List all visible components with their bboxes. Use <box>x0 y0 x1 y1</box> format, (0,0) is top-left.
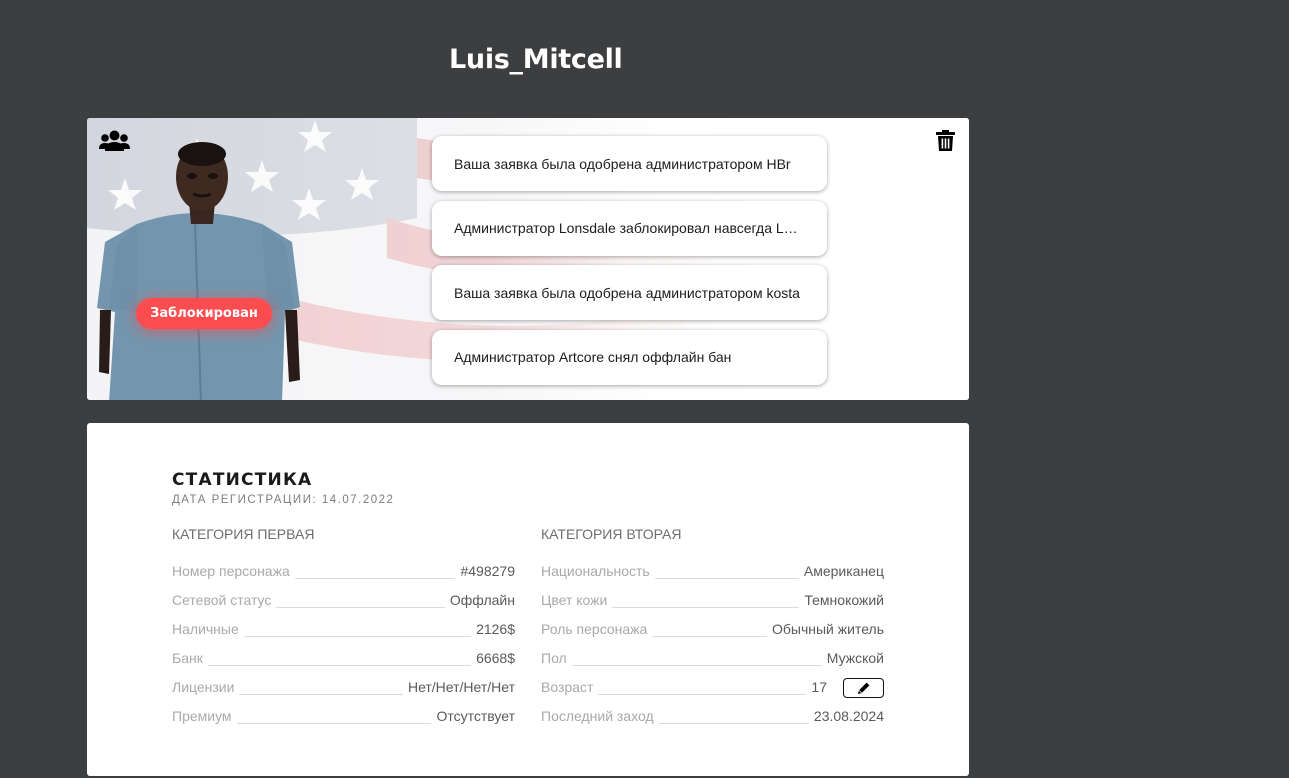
category-one: КАТЕГОРИЯ ПЕРВАЯ Номер персонажа #498279 … <box>172 526 515 730</box>
stat-row: Национальность Американец <box>541 563 884 579</box>
category-two: КАТЕГОРИЯ ВТОРАЯ Национальность Американе… <box>541 526 884 730</box>
character-avatar <box>97 142 300 400</box>
stat-row: Роль персонажа Обычный житель <box>541 621 884 637</box>
player-hero-card: Заблокирован Ваша заявка была одобрена а… <box>87 118 969 400</box>
stat-row-age: Возраст 17 <box>541 672 884 701</box>
notification-item[interactable]: Администратор Artcore снял оффлайн бан <box>432 329 827 385</box>
stat-row: Сетевой статус Оффлайн <box>172 592 515 608</box>
category-two-title: КАТЕГОРИЯ ВТОРАЯ <box>541 526 682 542</box>
stat-row: Последний заход 23.08.2024 <box>541 708 884 724</box>
registration-date: ДАТА РЕГИСТРАЦИИ: 14.07.2022 <box>172 494 395 506</box>
stat-row: Пол Мужской <box>541 650 884 666</box>
notification-list: Ваша заявка была одобрена администраторо… <box>432 136 827 394</box>
stat-row: Цвет кожи Темнокожий <box>541 592 884 608</box>
banned-status-badge: Заблокирован <box>136 298 272 329</box>
trash-icon[interactable] <box>936 130 955 151</box>
category-one-title: КАТЕГОРИЯ ПЕРВАЯ <box>172 526 315 542</box>
pencil-icon <box>857 682 869 694</box>
page-title: Luis_Mitcell <box>449 44 623 75</box>
stat-row: Банк 6668$ <box>172 650 515 666</box>
notification-item[interactable]: Администратор Lonsdale заблокировал навс… <box>432 200 827 256</box>
stat-row: Номер персонажа #498279 <box>172 563 515 579</box>
statistics-title: СТАТИСТИКА <box>172 470 313 490</box>
notification-item[interactable]: Ваша заявка была одобрена администраторо… <box>432 136 827 191</box>
statistics-card: СТАТИСТИКА ДАТА РЕГИСТРАЦИИ: 14.07.2022 … <box>87 423 969 776</box>
notification-item[interactable]: Ваша заявка была одобрена администраторо… <box>432 265 827 320</box>
stat-row: Премиум Отсутствует <box>172 708 515 724</box>
stat-row: Лицензии Нет/Нет/Нет/Нет <box>172 679 515 695</box>
edit-age-button[interactable] <box>843 678 884 698</box>
stat-row: Наличные 2126$ <box>172 621 515 637</box>
users-group-icon[interactable] <box>99 130 130 152</box>
